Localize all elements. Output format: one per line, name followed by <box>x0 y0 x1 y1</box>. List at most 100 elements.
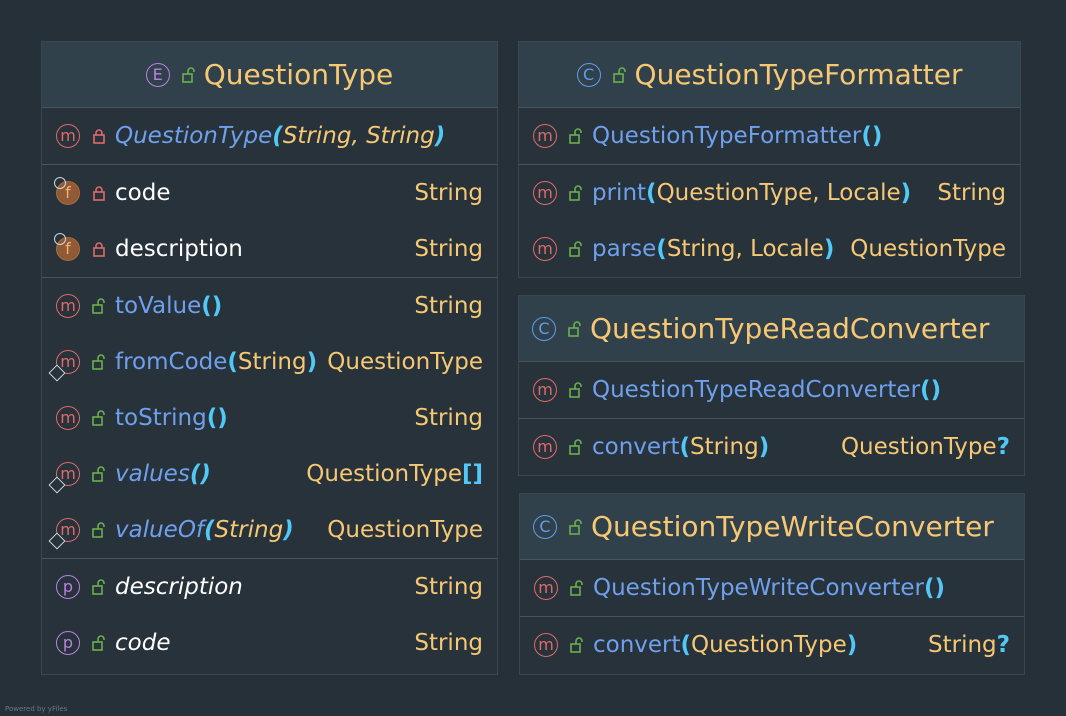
field-icon: f <box>54 233 80 261</box>
class-header[interactable]: C QuestionTypeReadConverter <box>519 296 1024 362</box>
member-type: String <box>414 180 483 206</box>
method-icon: m <box>48 518 80 550</box>
class-icon: C <box>576 62 601 87</box>
method-icon: m <box>534 576 558 600</box>
member-name: parse(String, Locale) <box>592 236 835 262</box>
unlocked-padlock-icon <box>92 635 105 651</box>
member-row[interactable]: m valueOf(String) QuestionType <box>42 502 497 558</box>
class-icon: C <box>533 514 557 539</box>
member-type: String <box>414 574 483 600</box>
property-icon: p <box>56 631 80 655</box>
member-name: toString() <box>115 405 228 431</box>
method-icon: m <box>533 435 557 459</box>
methods-section: m convert(QuestionType) String? <box>520 617 1024 673</box>
member-name: toValue() <box>115 293 223 319</box>
field-icon: f <box>54 177 80 205</box>
member-name: QuestionType(String, String) <box>115 123 446 149</box>
member-type: String <box>414 293 483 319</box>
class-header[interactable]: C QuestionTypeWriteConverter <box>520 494 1024 560</box>
member-row[interactable]: m QuestionTypeFormatter() <box>519 108 1020 164</box>
class-title: QuestionTypeFormatter <box>634 58 963 91</box>
member-row[interactable]: m QuestionType(String, String) <box>42 108 497 164</box>
unlocked-padlock-icon <box>569 518 582 535</box>
method-icon: m <box>48 462 80 494</box>
unlocked-padlock-icon <box>569 382 582 398</box>
method-icon: m <box>56 124 80 148</box>
class-box-question-type-write-converter[interactable]: C QuestionTypeWriteConverter m QuestionT… <box>519 493 1025 675</box>
member-row[interactable]: m convert(String) QuestionType? <box>519 419 1024 475</box>
class-header[interactable]: E QuestionType <box>42 42 497 108</box>
constructors-section: m QuestionType(String, String) <box>42 108 497 165</box>
class-box-question-type[interactable]: E QuestionType m QuestionType(String, St… <box>41 41 498 675</box>
unlocked-padlock-icon <box>92 354 105 370</box>
enum-icon: E <box>145 62 170 87</box>
member-name: code <box>115 180 171 206</box>
member-type: QuestionType <box>327 349 483 375</box>
class-icon: C <box>532 316 556 341</box>
locked-padlock-icon <box>93 186 105 201</box>
unlocked-padlock-icon <box>569 128 582 144</box>
member-name: print(QuestionType, Locale) <box>592 180 912 206</box>
member-type: QuestionType <box>850 236 1006 262</box>
method-icon: m <box>533 378 557 402</box>
member-row[interactable]: m parse(String, Locale) QuestionType <box>519 221 1020 277</box>
member-name: QuestionTypeWriteConverter() <box>593 575 946 601</box>
member-row[interactable]: m fromCode(String) QuestionType <box>42 334 497 390</box>
member-row[interactable]: m QuestionTypeReadConverter() <box>519 362 1024 418</box>
unlocked-padlock-icon <box>568 320 581 337</box>
member-row[interactable]: p description String <box>42 559 497 615</box>
member-type: String? <box>928 632 1010 658</box>
class-box-question-type-read-converter[interactable]: C QuestionTypeReadConverter m QuestionTy… <box>518 295 1025 476</box>
methods-section: m convert(String) QuestionType? <box>519 419 1024 475</box>
member-name: values() <box>115 461 211 487</box>
methods-section: m toValue() String m fromCode(String) Qu… <box>42 278 497 559</box>
member-type: QuestionType? <box>840 434 1010 460</box>
unlocked-padlock-icon <box>570 637 583 653</box>
unlocked-padlock-icon <box>612 66 626 83</box>
key-final-icon <box>54 177 66 189</box>
constructors-section: m QuestionTypeReadConverter() <box>519 362 1024 419</box>
member-row[interactable]: m toValue() String <box>42 278 497 334</box>
fields-section: f code String f description String <box>42 165 497 278</box>
methods-section: m print(QuestionType, Locale) String m p… <box>519 165 1020 277</box>
method-icon: m <box>533 237 557 261</box>
locked-padlock-icon <box>93 129 105 144</box>
locked-padlock-icon <box>93 242 105 257</box>
unlocked-padlock-icon <box>92 522 105 538</box>
class-title: QuestionTypeReadConverter <box>590 312 990 345</box>
member-type: QuestionType <box>327 517 483 543</box>
member-name: description <box>115 236 243 262</box>
method-icon: m <box>48 350 80 382</box>
class-header[interactable]: C QuestionTypeFormatter <box>519 42 1020 108</box>
constructors-section: m QuestionTypeWriteConverter() <box>520 560 1024 617</box>
member-row[interactable]: m convert(QuestionType) String? <box>520 617 1024 673</box>
method-icon: m <box>534 633 558 657</box>
member-name: convert(String) <box>592 434 770 460</box>
member-name: description <box>115 574 243 600</box>
member-row[interactable]: m QuestionTypeWriteConverter() <box>520 560 1024 616</box>
class-title: QuestionType <box>203 58 394 91</box>
member-row[interactable]: m toString() String <box>42 390 497 446</box>
member-row[interactable]: m print(QuestionType, Locale) String <box>519 165 1020 221</box>
member-name: valueOf(String) <box>115 517 294 543</box>
method-icon: m <box>533 124 557 148</box>
properties-section: p description String p code String <box>42 559 497 671</box>
member-row[interactable]: f description String <box>42 221 497 277</box>
property-icon: p <box>56 575 80 599</box>
member-row[interactable]: m values() QuestionType[] <box>42 446 497 502</box>
class-box-question-type-formatter[interactable]: C QuestionTypeFormatter m QuestionTypeFo… <box>518 41 1021 278</box>
unlocked-padlock-icon <box>569 241 582 257</box>
member-type: String <box>414 236 483 262</box>
unlocked-padlock-icon <box>569 439 582 455</box>
constructors-section: m QuestionTypeFormatter() <box>519 108 1020 165</box>
unlocked-padlock-icon <box>92 410 105 426</box>
member-name: convert(QuestionType) <box>593 632 858 658</box>
member-type: QuestionType[] <box>306 461 483 487</box>
member-name: fromCode(String) <box>115 349 318 375</box>
method-icon: m <box>56 406 80 430</box>
unlocked-padlock-icon <box>570 580 583 596</box>
key-final-icon <box>54 233 66 245</box>
member-row[interactable]: p code String <box>42 615 497 671</box>
member-row[interactable]: f code String <box>42 165 497 221</box>
unlocked-padlock-icon <box>92 466 105 482</box>
